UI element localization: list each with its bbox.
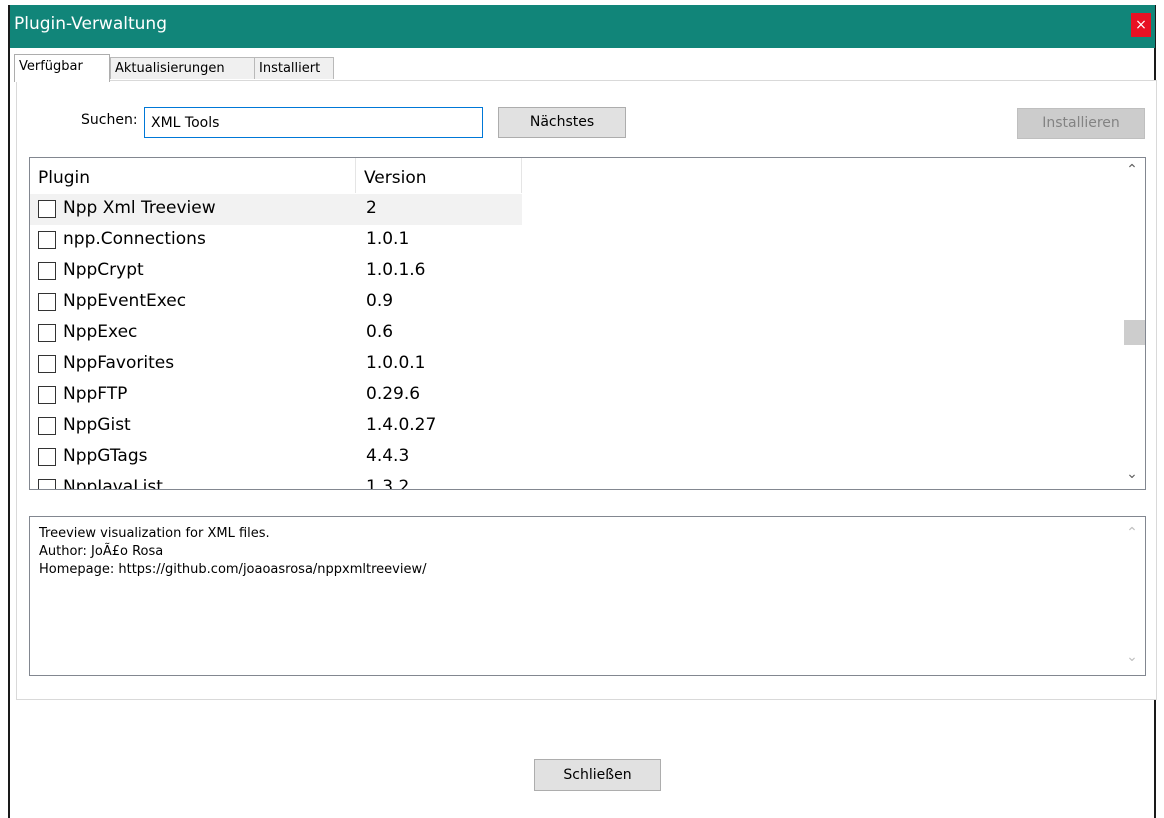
description-line: Homepage: https://github.com/joaoasrosa/… xyxy=(39,562,427,577)
tab-updates[interactable]: Aktualisierungen xyxy=(110,57,255,79)
list-item[interactable]: Npp Xml Treeview 2 xyxy=(30,194,522,225)
column-header-plugin[interactable]: Plugin xyxy=(30,158,356,193)
plugin-list[interactable]: Plugin Version Npp Xml Treeview 2 npp.Conn… xyxy=(29,157,1146,490)
next-button[interactable]: Nächstes xyxy=(498,107,626,138)
plugin-checkbox[interactable] xyxy=(38,200,56,218)
plugin-name: npp.Connections xyxy=(63,229,206,249)
scroll-down-icon[interactable]: ⌄ xyxy=(1119,466,1145,488)
install-button[interactable]: Installieren xyxy=(1017,108,1145,139)
window-title: Plugin-Verwaltung xyxy=(14,14,167,34)
scroll-thumb[interactable] xyxy=(1124,320,1145,345)
plugin-checkbox[interactable] xyxy=(38,293,56,311)
description-line: Treeview visualization for XML files. xyxy=(39,526,270,541)
plugin-name: NppJavaList xyxy=(63,477,163,490)
tab-available[interactable]: Verfügbar xyxy=(14,54,110,82)
plugin-name: NppFTP xyxy=(63,384,128,404)
list-item[interactable]: NppGist 1.4.0.27 xyxy=(30,411,522,442)
description-line: Author: JoÃ£o Rosa xyxy=(39,544,164,559)
plugin-checkbox[interactable] xyxy=(38,479,56,489)
plugin-checkbox[interactable] xyxy=(38,386,56,404)
list-item[interactable]: npp.Connections 1.0.1 xyxy=(30,225,522,256)
plugin-name: NppEventExec xyxy=(63,291,187,311)
description-text: Treeview visualization for XML files. Au… xyxy=(39,525,426,579)
title-bar: Plugin-Verwaltung × xyxy=(10,5,1155,48)
plugin-checkbox[interactable] xyxy=(38,231,56,249)
plugin-checkbox[interactable] xyxy=(38,262,56,280)
list-item[interactable]: NppCrypt 1.0.1.6 xyxy=(30,256,522,287)
close-window-button[interactable]: × xyxy=(1131,13,1151,37)
plugin-version: 1.3.2 xyxy=(366,477,410,490)
column-header-version[interactable]: Version xyxy=(356,158,522,193)
description-scrollbar[interactable]: ⌃ ⌄ xyxy=(1119,517,1145,675)
description-box[interactable]: Treeview visualization for XML files. Au… xyxy=(29,516,1146,676)
plugin-name: Npp Xml Treeview xyxy=(63,198,216,218)
search-input[interactable] xyxy=(144,107,483,138)
list-item[interactable]: NppFTP 0.29.6 xyxy=(30,380,522,411)
plugin-name: NppExec xyxy=(63,322,138,342)
plugin-name: NppGist xyxy=(63,415,131,435)
close-button[interactable]: Schließen xyxy=(534,759,661,791)
plugin-checkbox[interactable] xyxy=(38,417,56,435)
plugin-checkbox[interactable] xyxy=(38,448,56,466)
list-item[interactable]: NppEventExec 0.9 xyxy=(30,287,522,318)
plugin-version: 1.0.0.1 xyxy=(366,353,426,373)
list-item[interactable]: NppFavorites 1.0.0.1 xyxy=(30,349,522,380)
close-icon: × xyxy=(1135,17,1147,33)
plugin-version: 0.6 xyxy=(366,322,394,342)
plugin-version: 1.0.1 xyxy=(366,229,410,249)
plugin-version: 4.4.3 xyxy=(366,446,410,466)
plugin-version: 2 xyxy=(366,198,377,218)
plugin-name: NppFavorites xyxy=(63,353,175,373)
tab-installed[interactable]: Installiert xyxy=(254,57,334,79)
list-item[interactable]: NppJavaList 1.3.2 xyxy=(30,473,522,490)
list-item[interactable]: NppExec 0.6 xyxy=(30,318,522,349)
plugin-name: NppGTags xyxy=(63,446,148,466)
plugin-version: 1.4.0.27 xyxy=(366,415,437,435)
list-scrollbar[interactable]: ⌃ ⌄ xyxy=(1119,158,1145,489)
plugin-checkbox[interactable] xyxy=(38,324,56,342)
plugin-version: 0.29.6 xyxy=(366,384,421,404)
search-label: Suchen: xyxy=(81,112,138,128)
plugin-name: NppCrypt xyxy=(63,260,144,280)
scroll-up-icon[interactable]: ⌃ xyxy=(1119,162,1145,184)
plugin-version: 1.0.1.6 xyxy=(366,260,426,280)
scroll-up-icon[interactable]: ⌃ xyxy=(1119,525,1145,547)
plugin-checkbox[interactable] xyxy=(38,355,56,373)
plugin-version: 0.9 xyxy=(366,291,394,311)
scroll-down-icon[interactable]: ⌄ xyxy=(1119,649,1145,671)
list-item[interactable]: NppGTags 4.4.3 xyxy=(30,442,522,473)
